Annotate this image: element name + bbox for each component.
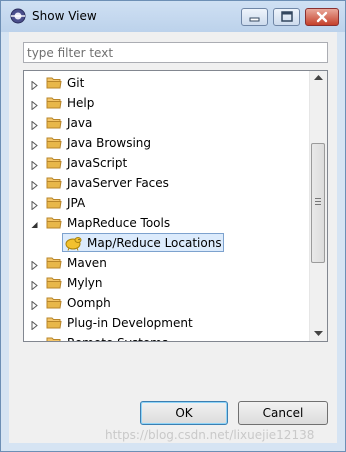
folder-icon [46, 256, 62, 272]
folder-icon [46, 276, 62, 292]
collapsed-arrow-icon[interactable] [31, 299, 39, 313]
tree-item-label: JavaScript [67, 156, 128, 170]
maximize-icon [281, 11, 293, 22]
tree-item-label: Java [67, 116, 93, 130]
scroll-down-arrow-icon[interactable] [314, 331, 323, 337]
thumb-grip-line [315, 204, 321, 205]
close-button[interactable] [305, 8, 339, 26]
tree-item-javascript[interactable]: JavaScript [24, 153, 314, 173]
tree-item-git[interactable]: Git [24, 73, 314, 93]
tree-item-maven[interactable]: Maven [24, 253, 314, 273]
folder-icon [46, 116, 62, 132]
tree-item-label: Help [67, 96, 95, 110]
collapsed-arrow-icon[interactable] [31, 119, 39, 133]
folder-icon [46, 296, 62, 312]
minimize-button[interactable] [241, 8, 268, 26]
dialog-body: Git Help Java Java Browsing JavaScript JavaSe… [9, 32, 337, 443]
tree-item-label: Map/Reduce Locations [87, 236, 222, 250]
tree-item-javaserver-faces[interactable]: JavaServer Faces [24, 173, 314, 193]
tree-item-mylyn[interactable]: Mylyn [24, 273, 314, 293]
tree-item-jpa[interactable]: JPA [24, 193, 314, 213]
collapsed-arrow-icon[interactable] [31, 279, 39, 293]
tree-item-java-browsing[interactable]: Java Browsing [24, 133, 314, 153]
tree-item-remote-systems[interactable]: Remote Systems [24, 333, 314, 341]
folder-icon [46, 316, 62, 332]
thumb-grip-line [315, 198, 321, 199]
folder-icon [46, 76, 62, 92]
tree-item-mapreduce-tools[interactable]: MapReduce Tools [24, 213, 314, 233]
eclipse-app-icon [10, 8, 26, 24]
tree-item-label: Remote Systems [67, 336, 168, 341]
folder-icon [46, 216, 62, 232]
scroll-up-arrow-icon[interactable] [314, 75, 323, 81]
folder-icon [46, 156, 62, 172]
tree-item-plug-in-development[interactable]: Plug-in Development [24, 313, 314, 333]
vertical-scrollbar[interactable] [309, 71, 327, 341]
maximize-button[interactable] [273, 8, 300, 26]
tree-item-label: Git [67, 76, 85, 90]
collapsed-arrow-icon[interactable] [31, 259, 39, 273]
tree-item-map-reduce-locations[interactable]: Map/Reduce Locations [24, 233, 314, 253]
tree-item-oomph[interactable]: Oomph [24, 293, 314, 313]
cancel-button[interactable]: Cancel [238, 401, 328, 425]
collapsed-arrow-icon[interactable] [31, 199, 39, 213]
title-bar[interactable]: Show View [1, 1, 345, 32]
folder-icon [46, 176, 62, 192]
show-view-dialog: Show View Git Help Java Java Browsing JavaSc… [0, 0, 346, 452]
tree-item-label: JavaServer Faces [67, 176, 169, 190]
tree-item-label: Oomph [67, 296, 111, 310]
folder-icon [46, 336, 62, 341]
folder-icon [46, 136, 62, 152]
watermark: https://blog.csdn.net/lixuejie12138 [105, 428, 315, 442]
tree-item-help[interactable]: Help [24, 93, 314, 113]
collapsed-arrow-icon[interactable] [31, 159, 39, 173]
tree-item-java[interactable]: Java [24, 113, 314, 133]
tree-item-label: JPA [67, 196, 86, 210]
thumb-grip-line [315, 201, 321, 202]
tree-item-label: Mylyn [67, 276, 103, 290]
collapsed-arrow-icon[interactable] [31, 179, 39, 193]
collapsed-arrow-icon[interactable] [31, 319, 39, 333]
tree-item-label: Java Browsing [67, 136, 152, 150]
window-title: Show View [32, 9, 97, 23]
close-icon [316, 11, 328, 23]
scrollbar-thumb[interactable] [311, 143, 325, 263]
folder-icon [46, 96, 62, 112]
expanded-arrow-icon[interactable] [31, 219, 39, 233]
collapsed-arrow-icon[interactable] [31, 339, 39, 341]
minimize-icon [249, 17, 260, 22]
view-tree[interactable]: Git Help Java Java Browsing JavaScript JavaSe… [23, 70, 328, 342]
elephant-view-icon [65, 235, 83, 254]
filter-input[interactable] [23, 42, 328, 63]
collapsed-arrow-icon[interactable] [31, 139, 39, 153]
tree-item-label: Maven [67, 256, 107, 270]
tree-item-label: MapReduce Tools [67, 216, 171, 230]
tree-item-label: Plug-in Development [67, 316, 193, 330]
collapsed-arrow-icon[interactable] [31, 79, 39, 93]
folder-icon [46, 196, 62, 212]
ok-button[interactable]: OK [140, 401, 228, 425]
collapsed-arrow-icon[interactable] [31, 99, 39, 113]
